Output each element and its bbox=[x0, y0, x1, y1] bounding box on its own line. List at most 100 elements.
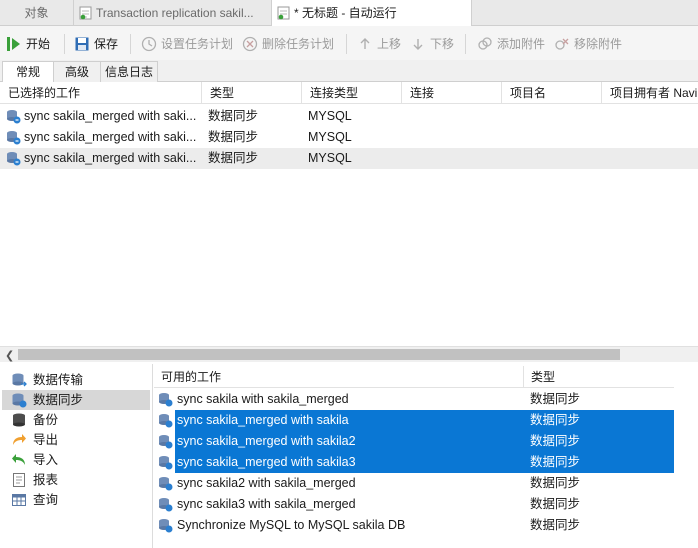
remove-attachment-label: 移除附件 bbox=[574, 37, 623, 51]
data-sync-icon bbox=[159, 456, 173, 470]
column-header-selected-job[interactable]: 已选择的工作 bbox=[0, 82, 202, 104]
start-label: 开始 bbox=[26, 37, 51, 51]
remove-attachment-button[interactable]: 移除附件 bbox=[554, 35, 622, 53]
category-label: 报表 bbox=[33, 473, 59, 487]
column-header-type[interactable]: 类型 bbox=[524, 366, 674, 388]
job-type: 数据同步 bbox=[524, 452, 674, 473]
table-row[interactable]: sync sakila_merged with saki... 数据同步 MYS… bbox=[0, 127, 698, 148]
scroll-left-icon[interactable]: ❮ bbox=[5, 349, 14, 362]
tab-objects[interactable]: 对象 bbox=[0, 0, 74, 26]
tab-untitled-automation[interactable]: * 无标题 - 自动运行 bbox=[272, 0, 472, 26]
arrow-up-icon bbox=[360, 38, 370, 49]
data-sync-icon bbox=[159, 477, 173, 491]
job-type: 数据同步 bbox=[208, 130, 259, 144]
category-export[interactable]: 导出 bbox=[2, 430, 150, 450]
data-sync-icon bbox=[159, 435, 173, 449]
category-report[interactable]: 报表 bbox=[2, 470, 150, 490]
job-name: sync sakila2 with sakila_merged bbox=[177, 476, 356, 490]
set-schedule-button[interactable]: 设置任务计划 bbox=[141, 35, 233, 53]
data-sync-icon bbox=[159, 393, 173, 407]
data-transfer-icon bbox=[12, 373, 27, 387]
data-sync-icon bbox=[7, 131, 21, 145]
list-item[interactable]: sync sakila_merged with sakila3 数据同步 bbox=[154, 452, 674, 473]
grid-header: 已选择的工作 类型 连接类型 连接 项目名 项目拥有者 Navi bbox=[0, 82, 698, 104]
move-up-button[interactable]: 上移 bbox=[357, 35, 401, 53]
save-button[interactable]: 保存 bbox=[74, 35, 118, 53]
data-sync-icon bbox=[159, 498, 173, 512]
data-sync-icon bbox=[7, 110, 21, 124]
toolbar-divider bbox=[130, 34, 131, 54]
job-type: 数据同步 bbox=[524, 410, 674, 431]
column-header-connection[interactable]: 连接 bbox=[402, 82, 502, 104]
job-name: sync sakila_merged with sakila3 bbox=[175, 452, 524, 473]
toolbar: 开始 保存 设置任务计划 删除任务计划 上移 下移 添加附件 移除附件 bbox=[0, 26, 698, 60]
data-sync-icon bbox=[7, 152, 21, 166]
job-name: sync sakila_merged with saki... bbox=[24, 109, 197, 123]
table-row[interactable]: sync sakila_merged with saki... 数据同步 MYS… bbox=[0, 106, 698, 127]
scrollbar-thumb[interactable] bbox=[18, 349, 620, 360]
list-item[interactable]: Synchronize MySQL to MySQL sakila DB 数据同… bbox=[154, 515, 674, 536]
move-down-button[interactable]: 下移 bbox=[410, 35, 454, 53]
set-schedule-label: 设置任务计划 bbox=[161, 37, 234, 51]
column-header-type[interactable]: 类型 bbox=[202, 82, 302, 104]
category-label: 查询 bbox=[33, 493, 59, 507]
tab-general[interactable]: 常规 bbox=[2, 61, 54, 83]
save-label: 保存 bbox=[94, 37, 119, 51]
move-down-label: 下移 bbox=[430, 37, 455, 51]
arrow-down-icon bbox=[413, 39, 423, 50]
toolbar-divider bbox=[465, 34, 466, 54]
category-import[interactable]: 导入 bbox=[2, 450, 150, 470]
add-attachment-button[interactable]: 添加附件 bbox=[477, 35, 545, 53]
data-sync-icon bbox=[159, 519, 173, 533]
delete-schedule-button[interactable]: 删除任务计划 bbox=[242, 35, 334, 53]
document-tab-strip: 对象 Transaction replication sakil... * 无标… bbox=[0, 0, 698, 26]
category-label: 导入 bbox=[33, 453, 59, 467]
category-data-sync[interactable]: 数据同步 bbox=[2, 390, 150, 410]
list-item[interactable]: sync sakila3 with sakila_merged 数据同步 bbox=[154, 494, 674, 515]
job-name: sync sakila_merged with sakila2 bbox=[175, 431, 524, 452]
settings-tabs: 常规 高级 信息日志 bbox=[0, 60, 698, 83]
job-category-list: 数据传输 数据同步 备份 导出 导入 报表 查询 bbox=[0, 364, 153, 548]
category-label: 备份 bbox=[33, 413, 59, 427]
report-icon bbox=[13, 473, 25, 487]
job-name: Synchronize MySQL to MySQL sakila DB bbox=[177, 518, 406, 532]
tab-advanced[interactable]: 高级 bbox=[53, 61, 101, 82]
horizontal-scrollbar[interactable]: ❮ bbox=[0, 346, 698, 362]
column-header-project-name[interactable]: 项目名 bbox=[502, 82, 602, 104]
toolbar-divider bbox=[64, 34, 65, 54]
job-name: sync sakila_merged with saki... bbox=[24, 130, 197, 144]
play-icon bbox=[7, 37, 20, 51]
job-type: 数据同步 bbox=[524, 431, 674, 452]
query-icon bbox=[12, 494, 26, 506]
tab-transaction-replication[interactable]: Transaction replication sakil... bbox=[74, 0, 272, 26]
list-item[interactable]: sync sakila2 with sakila_merged 数据同步 bbox=[154, 473, 674, 494]
start-button[interactable]: 开始 bbox=[6, 35, 50, 53]
clock-icon bbox=[141, 36, 157, 52]
list-item[interactable]: sync sakila_merged with sakila 数据同步 bbox=[154, 410, 674, 431]
tab-message-log[interactable]: 信息日志 bbox=[100, 61, 158, 82]
job-connection-type: MYSQL bbox=[308, 151, 352, 165]
list-item[interactable]: sync sakila with sakila_merged 数据同步 bbox=[154, 389, 674, 410]
column-header-available-job[interactable]: 可用的工作 bbox=[154, 366, 524, 388]
save-icon bbox=[75, 37, 89, 51]
job-connection-type: MYSQL bbox=[308, 109, 352, 123]
sync-job-icon bbox=[79, 6, 92, 20]
add-attachment-icon bbox=[478, 37, 492, 50]
available-jobs-list: 可用的工作 类型 sync sakila with sakila_merged … bbox=[154, 364, 698, 548]
column-header-connection-type[interactable]: 连接类型 bbox=[302, 82, 402, 104]
category-query[interactable]: 查询 bbox=[2, 490, 150, 510]
tab-label: Transaction replication sakil... bbox=[96, 6, 254, 20]
list-item[interactable]: sync sakila_merged with sakila2 数据同步 bbox=[154, 431, 674, 452]
data-sync-icon bbox=[159, 414, 173, 428]
job-connection-type: MYSQL bbox=[308, 130, 352, 144]
category-data-transfer[interactable]: 数据传输 bbox=[2, 370, 150, 390]
import-icon bbox=[12, 454, 25, 465]
job-name: sync sakila_merged with saki... bbox=[24, 151, 197, 165]
column-header-project-owner[interactable]: 项目拥有者 Navi bbox=[602, 82, 698, 104]
table-row[interactable]: sync sakila_merged with saki... 数据同步 MYS… bbox=[0, 148, 698, 169]
category-backup[interactable]: 备份 bbox=[2, 410, 150, 430]
available-jobs-header: 可用的工作 类型 bbox=[154, 366, 674, 388]
job-type: 数据同步 bbox=[208, 151, 259, 165]
add-attachment-label: 添加附件 bbox=[497, 37, 546, 51]
category-label: 数据同步 bbox=[33, 393, 84, 407]
